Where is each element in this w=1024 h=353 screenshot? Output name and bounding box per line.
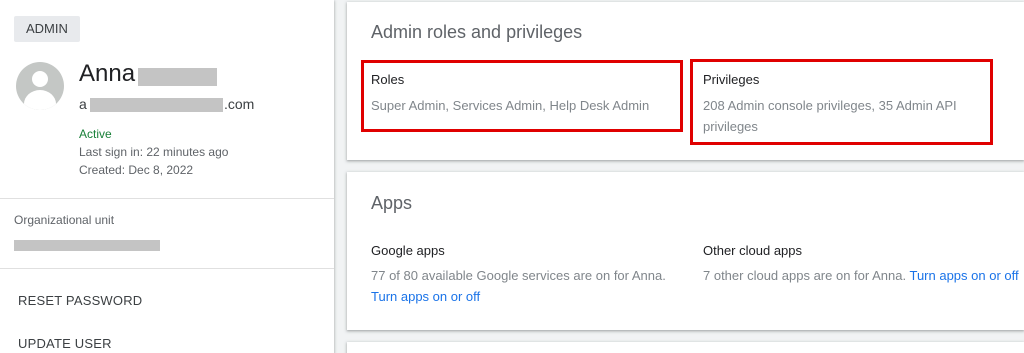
apps-title: Apps: [371, 193, 413, 213]
other-apps-label: Other cloud apps: [703, 243, 803, 258]
user-email-prefix: a: [79, 96, 87, 112]
other-apps-desc: 7 other cloud apps are on for Anna. Turn…: [703, 265, 1021, 286]
admin-badge: ADMIN: [14, 16, 80, 42]
org-unit-label: Organizational unit: [14, 213, 115, 227]
user-email-suffix: .com: [224, 96, 255, 112]
other-apps-desc-text: 7 other cloud apps are on for Anna.: [703, 268, 907, 283]
roles-label: Roles: [371, 72, 405, 87]
user-summary-card: ADMIN Anna a .com Active Last sign in: 2…: [0, 0, 334, 353]
status-active: Active: [79, 127, 112, 141]
reset-password-button[interactable]: RESET PASSWORD: [18, 293, 142, 308]
admin-roles-title: Admin roles and privileges: [371, 22, 583, 42]
redacted-org-unit: [14, 240, 160, 251]
avatar-icon: [16, 62, 64, 110]
google-apps-label: Google apps: [371, 243, 445, 258]
google-apps-desc-text: 77 of 80 available Google services are o…: [371, 268, 666, 283]
next-card: [347, 342, 1024, 353]
created-date: Created: Dec 8, 2022: [79, 163, 194, 177]
admin-roles-card[interactable]: Admin roles and privileges Roles Super A…: [347, 2, 1024, 160]
other-turn-apps-link[interactable]: Turn apps on or off: [909, 268, 1018, 283]
divider: [0, 198, 334, 199]
redacted-surname: [138, 68, 217, 86]
user-name: Anna: [79, 60, 136, 87]
last-sign-in: Last sign in: 22 minutes ago: [79, 145, 229, 159]
redacted-email: [90, 98, 223, 112]
roles-value: Super Admin, Services Admin, Help Desk A…: [371, 98, 650, 113]
privileges-value: 208 Admin console privileges, 35 Admin A…: [703, 98, 957, 134]
google-apps-desc: 77 of 80 available Google services are o…: [371, 265, 689, 307]
google-turn-apps-link[interactable]: Turn apps on or off: [371, 289, 480, 304]
divider: [0, 268, 334, 269]
privileges-label: Privileges: [703, 72, 760, 87]
apps-card[interactable]: Apps Google apps 77 of 80 available Goog…: [347, 172, 1024, 330]
update-user-button[interactable]: UPDATE USER: [18, 336, 112, 351]
